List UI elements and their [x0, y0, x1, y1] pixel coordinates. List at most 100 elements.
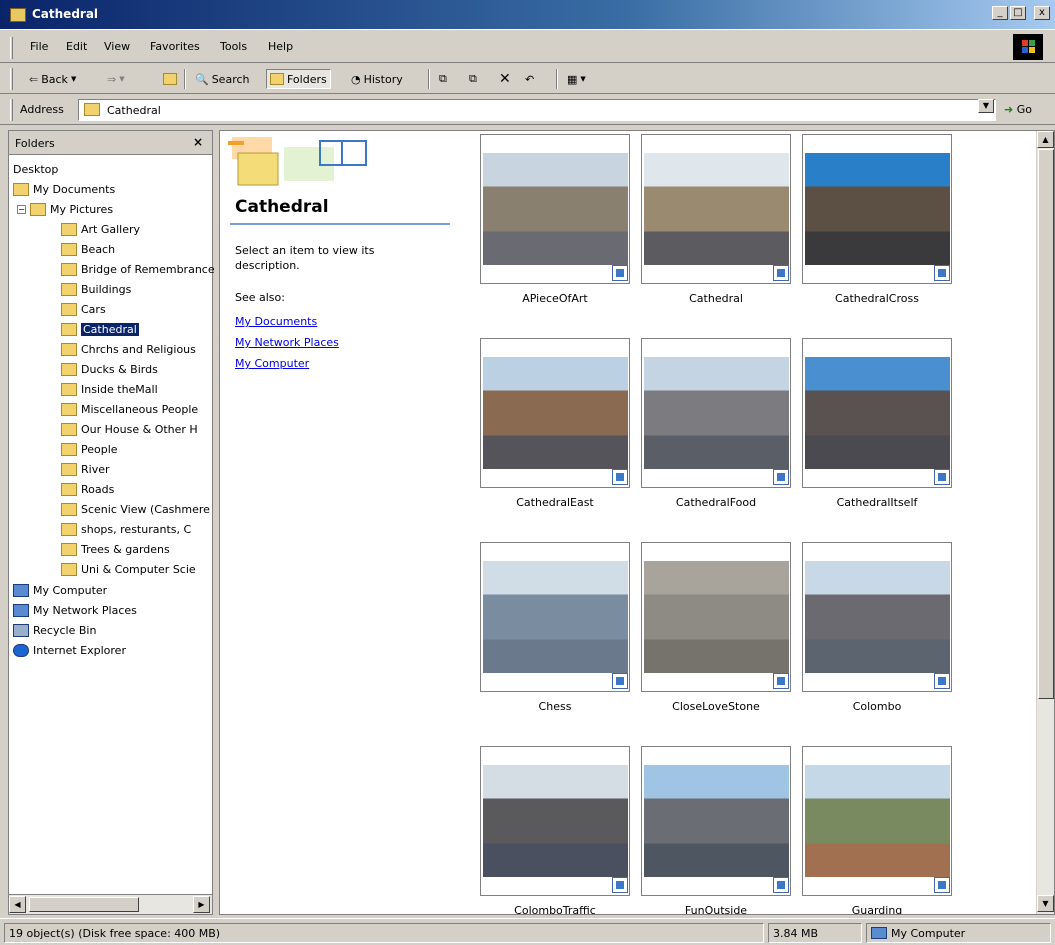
minimize-button[interactable]: _ — [992, 6, 1008, 20]
status-bar: 19 object(s) (Disk free space: 400 MB) 3… — [0, 918, 1055, 945]
thumbnail-frame[interactable] — [641, 338, 791, 488]
menu-help[interactable]: Help — [268, 40, 293, 53]
delete-button[interactable]: ✕ — [496, 69, 514, 89]
address-grip[interactable] — [10, 99, 13, 121]
tree-item-subfolder[interactable]: Bridge of Remembrance — [61, 259, 215, 279]
tree-item-subfolder[interactable]: Cars — [61, 299, 106, 319]
menu-tools[interactable]: Tools — [220, 40, 247, 53]
folders-horizontal-scrollbar[interactable]: ◀ ▶ — [9, 894, 212, 914]
menu-edit[interactable]: Edit — [66, 40, 87, 53]
my-computer-icon — [871, 927, 887, 939]
thumbnail-frame[interactable] — [641, 134, 791, 284]
move-to-button[interactable]: ⧉ — [436, 69, 450, 89]
thumbnail-frame[interactable] — [802, 134, 952, 284]
tree-item-subfolder[interactable]: Roads — [61, 479, 114, 499]
collapse-toggle-icon[interactable]: − — [17, 204, 26, 214]
content-vertical-scrollbar[interactable]: ▲ ▼ — [1036, 131, 1054, 914]
undo-button[interactable]: ↶ — [522, 69, 537, 89]
folder-app-icon[interactable] — [10, 8, 26, 22]
close-button[interactable]: x — [1034, 6, 1050, 20]
title-bar[interactable]: Cathedral _ □ x — [0, 0, 1055, 30]
tree-item-my-computer[interactable]: My Computer — [13, 580, 107, 600]
link-my-documents[interactable]: My Documents — [235, 315, 317, 328]
address-input[interactable]: Cathedral — [78, 99, 996, 121]
toolbar-grip[interactable] — [10, 68, 13, 90]
tree-item-subfolder[interactable]: Our House & Other H — [61, 419, 198, 439]
tree-label: Cathedral — [81, 322, 139, 336]
link-my-computer[interactable]: My Computer — [235, 357, 309, 370]
tree-item-subfolder[interactable]: Buildings — [61, 279, 131, 299]
folders-button[interactable]: Folders — [266, 69, 331, 89]
thumbnail-item[interactable]: CathedralItself — [802, 338, 962, 518]
thumbnail-frame[interactable] — [802, 338, 952, 488]
scroll-thumb[interactable] — [1038, 149, 1054, 699]
thumbnail-item[interactable]: Cathedral — [641, 134, 801, 314]
thumbnail-item[interactable]: CathedralFood — [641, 338, 801, 518]
tree-item-subfolder[interactable]: Scenic View (Cashmere — [61, 499, 210, 519]
thumbnail-item[interactable]: Guarding — [802, 746, 962, 914]
tree-item-subfolder[interactable]: shops, resturants, C — [61, 519, 191, 539]
scroll-left-button[interactable]: ◀ — [9, 896, 26, 913]
thumbnail-frame[interactable] — [641, 542, 791, 692]
scroll-down-button[interactable]: ▼ — [1037, 895, 1054, 912]
tree-item-subfolder[interactable]: Trees & gardens — [61, 539, 170, 559]
folder-icon — [61, 342, 77, 356]
thumbnail-item[interactable]: ColomboTraffic — [480, 746, 640, 914]
thumbnail-item[interactable]: CloseLoveStone — [641, 542, 801, 722]
thumbnail-item[interactable]: APieceOfArt — [480, 134, 640, 314]
maximize-button[interactable]: □ — [1010, 6, 1026, 20]
thumbnail-frame[interactable] — [480, 542, 630, 692]
tree-item-subfolder[interactable]: Cathedral — [61, 319, 139, 339]
tree-item-subfolder[interactable]: Beach — [61, 239, 115, 259]
menu-file[interactable]: File — [30, 40, 48, 53]
history-button[interactable]: ◔ History — [348, 69, 406, 89]
thumbnail-frame[interactable] — [480, 338, 630, 488]
tree-item-subfolder[interactable]: Chrchs and Religious — [61, 339, 196, 359]
scroll-right-button[interactable]: ▶ — [193, 896, 210, 913]
thumbnail-label: APieceOfArt — [522, 292, 588, 305]
up-folder-button[interactable] — [160, 69, 180, 89]
image-file-type-icon — [612, 469, 628, 485]
thumbnail-frame[interactable] — [641, 746, 791, 896]
thumbnail-item[interactable]: Colombo — [802, 542, 962, 722]
tree-item-desktop[interactable]: Desktop — [13, 159, 58, 179]
search-button[interactable]: 🔍 Search — [192, 69, 253, 89]
back-button[interactable]: ⇐ Back ▼ — [26, 69, 79, 89]
thumbnail-item[interactable]: CathedralCross — [802, 134, 962, 314]
tree-item-subfolder[interactable]: Inside theMall — [61, 379, 158, 399]
scroll-thumb[interactable] — [29, 897, 139, 912]
tree-item-internet-explorer[interactable]: Internet Explorer — [13, 640, 126, 660]
views-button[interactable]: ▦ ▼ — [564, 69, 589, 89]
thumbnail-frame[interactable] — [802, 746, 952, 896]
tree-item-my-documents[interactable]: My Documents — [13, 179, 115, 199]
go-button[interactable]: ➜ Go — [1004, 103, 1032, 116]
menu-favorites[interactable]: Favorites — [150, 40, 200, 53]
scroll-up-button[interactable]: ▲ — [1037, 131, 1054, 148]
tree-item-subfolder[interactable]: Ducks & Birds — [61, 359, 158, 379]
thumbnail-label: Chess — [538, 700, 572, 713]
forward-button[interactable]: ⇒ ▼ — [104, 69, 128, 89]
thumbnail-item[interactable]: CathedralEast — [480, 338, 640, 518]
tree-item-recycle-bin[interactable]: Recycle Bin — [13, 620, 96, 640]
tree-item-my-network-places[interactable]: My Network Places — [13, 600, 137, 620]
photo-thumbnail-image — [483, 765, 628, 877]
go-label: Go — [1016, 103, 1032, 116]
thumbnail-item[interactable]: FunOutside — [641, 746, 801, 914]
tree-item-my-pictures[interactable]: − My Pictures — [17, 199, 113, 219]
folders-close-button[interactable]: × — [193, 135, 203, 149]
link-my-network-places[interactable]: My Network Places — [235, 336, 339, 349]
thumbnail-frame[interactable] — [480, 134, 630, 284]
tree-item-subfolder[interactable]: People — [61, 439, 118, 459]
menu-grip[interactable] — [10, 37, 13, 59]
menu-view[interactable]: View — [104, 40, 130, 53]
copy-to-button[interactable]: ⧉ — [466, 69, 480, 89]
thumbnail-frame[interactable] — [480, 746, 630, 896]
address-dropdown-button[interactable]: ▼ — [978, 99, 994, 113]
thumbnail-item[interactable]: Chess — [480, 542, 640, 722]
tree-item-subfolder[interactable]: Art Gallery — [61, 219, 140, 239]
tree-item-subfolder[interactable]: River — [61, 459, 110, 479]
tree-item-subfolder[interactable]: Uni & Computer Scie — [61, 559, 196, 579]
tree-item-subfolder[interactable]: Miscellaneous People — [61, 399, 198, 419]
folder-icon — [61, 302, 77, 316]
thumbnail-frame[interactable] — [802, 542, 952, 692]
